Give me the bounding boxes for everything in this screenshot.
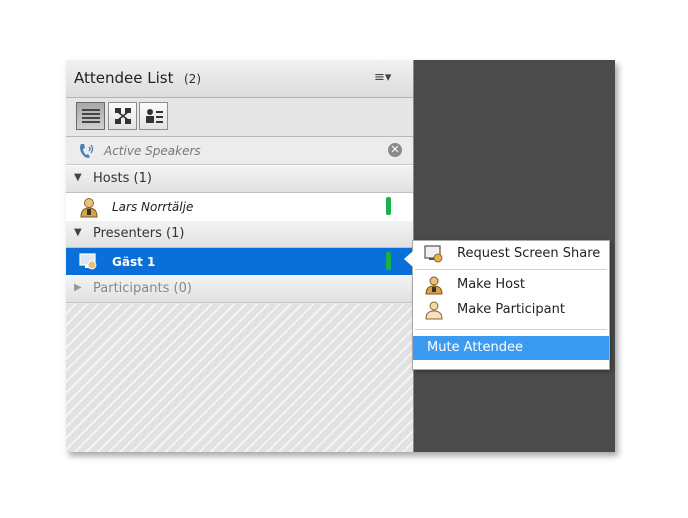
menu-item-label: Make Participant: [457, 302, 565, 317]
attendee-list-pod: Attendee List (2) ≡▾ Active Speakers ✕ ▼…: [66, 60, 414, 452]
menu-item-label: Mute Attendee: [427, 340, 524, 355]
phone-speaker-icon: [77, 141, 97, 165]
host-user-icon: [423, 275, 445, 299]
active-speakers-bar: Active Speakers ✕: [66, 137, 413, 165]
attendee-row-host[interactable]: Lars Norrtälje: [66, 193, 413, 221]
menu-item-request-screen-share[interactable]: Request Screen Share: [413, 242, 609, 266]
menu-divider: [415, 329, 607, 330]
presenters-section-header[interactable]: ▼ Presenters (1): [66, 220, 413, 248]
menu-item-label: Make Host: [457, 277, 525, 292]
host-user-icon: [78, 196, 100, 222]
attendee-name: Gäst 1: [112, 255, 156, 269]
detail-view-button[interactable]: [139, 102, 168, 130]
presenters-section-label: Presenters (1): [93, 226, 185, 241]
list-view-icon: [82, 109, 100, 123]
menu-item-label: Request Screen Share: [457, 246, 601, 261]
menu-pointer: [404, 251, 413, 267]
attendee-context-menu: Request Screen Share Make Host Make Part…: [404, 240, 610, 370]
empty-list-area: [66, 304, 413, 452]
expand-arrow-icon: ▶: [74, 282, 82, 293]
hosts-section-header[interactable]: ▼ Hosts (1): [66, 165, 413, 193]
detail-view-icon: [146, 109, 163, 123]
pod-title-bar: Attendee List (2) ≡▾: [66, 60, 413, 98]
menu-divider: [415, 269, 607, 270]
grid-view-button[interactable]: [108, 102, 137, 130]
menu-item-mute-attendee[interactable]: Mute Attendee: [413, 336, 609, 360]
screen-share-icon: [423, 244, 445, 268]
menu-item-make-participant[interactable]: Make Participant: [413, 298, 609, 322]
hosts-section-label: Hosts (1): [93, 171, 152, 186]
attendee-name: Lars Norrtälje: [112, 200, 194, 214]
pod-menu-icon[interactable]: ≡▾: [374, 70, 391, 85]
list-view-button[interactable]: [76, 102, 105, 130]
menu-item-make-host[interactable]: Make Host: [413, 273, 609, 297]
participants-section-header[interactable]: ▶ Participants (0): [66, 275, 413, 303]
pod-title: Attendee List: [74, 69, 174, 87]
attendee-row-presenter[interactable]: Gäst 1: [66, 248, 413, 276]
presenter-monitor-icon: [78, 251, 100, 277]
grid-view-icon: [115, 108, 131, 124]
collapse-arrow-icon: ▼: [74, 227, 82, 238]
collapse-arrow-icon: ▼: [74, 172, 82, 183]
participants-section-label: Participants (0): [93, 281, 192, 296]
audio-level-indicator: [386, 252, 391, 270]
participant-user-icon: [423, 300, 445, 324]
close-icon[interactable]: ✕: [388, 143, 402, 157]
audio-level-indicator: [386, 197, 391, 215]
view-toolbar: [66, 98, 413, 137]
attendee-count: (2): [184, 72, 201, 86]
active-speakers-label: Active Speakers: [104, 144, 201, 158]
